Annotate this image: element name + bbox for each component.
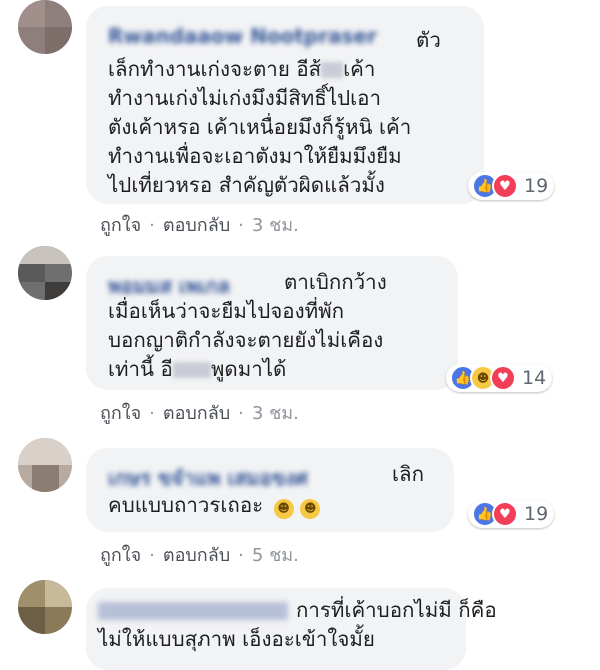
commenter-name[interactable]: Rwandaaow Nootpraser bbox=[108, 24, 377, 48]
comment-text-line: คบแบบถาวรเถอะ ☻ ☻ bbox=[108, 491, 321, 520]
reply-link[interactable]: ตอบกลับ bbox=[163, 403, 230, 424]
comment-text-line: เมื่อเห็นว่าจะยืมไปจองที่พัก bbox=[108, 299, 345, 323]
comment-text-line: เลิก bbox=[392, 462, 424, 486]
comment-text-line: ไปเที่ยวหรอ สำคัญตัวผิดแล้วมั้ง bbox=[108, 173, 385, 197]
comment-text-line: ตัว bbox=[416, 28, 441, 52]
comment-text-line: ทำงานเพื่อจะเอาตังมาให้ยืมมึงยืม bbox=[108, 144, 402, 168]
comment-bubble: เกษร ขจำแพ เสมอขงศ เลิก คบแบบถาวรเถอะ ☻ … bbox=[86, 448, 454, 532]
comment-text-line: ทำงานเก่งไม่เก่งมึงมีสิทธิ์ไปเอา bbox=[108, 86, 381, 110]
comment-actions: ถูกใจ · ตอบกลับ · 3 ชม. bbox=[100, 215, 299, 236]
heart-icon: ♥ bbox=[492, 173, 518, 199]
censored-text bbox=[321, 62, 344, 78]
comment-text-line: เท่านี้ อี พูดมาได้ bbox=[108, 357, 287, 381]
commenter-name[interactable]: เกษร ขจำแพ เสมอขงศ bbox=[108, 462, 308, 494]
heart-icon: ♥ bbox=[490, 365, 516, 391]
laughing-emoji: ☻ bbox=[273, 498, 294, 519]
like-link[interactable]: ถูกใจ bbox=[100, 403, 141, 424]
avatar[interactable] bbox=[18, 0, 72, 54]
like-link[interactable]: ถูกใจ bbox=[100, 215, 141, 236]
reactions-summary[interactable]: 👍 ☻ ♥ 14 bbox=[446, 364, 553, 392]
commenter-name[interactable] bbox=[98, 602, 288, 620]
comment-text-line: การที่เค้าบอกไม่มี ก็คือ bbox=[296, 598, 497, 622]
reactions-summary[interactable]: 👍 ♥ 19 bbox=[468, 172, 555, 200]
comment-text-line: เล็กทำงานเก่งจะตาย อีส้ เค้า bbox=[108, 57, 376, 81]
heart-icon: ♥ bbox=[492, 501, 518, 527]
like-link[interactable]: ถูกใจ bbox=[100, 545, 141, 566]
comment-bubble: Rwandaaow Nootpraser ตัว เล็กทำงานเก่งจะ… bbox=[86, 6, 484, 204]
reaction-count: 19 bbox=[524, 175, 549, 197]
censored-text bbox=[172, 362, 211, 378]
comment-bubble: พอมมส เพเกล ตาเบิกกว้าง เมื่อเห็นว่าจะยื… bbox=[86, 256, 458, 390]
comment-bubble: การที่เค้าบอกไม่มี ก็คือ ไม่ให้แบบสุภาพ … bbox=[86, 588, 497, 670]
timestamp[interactable]: 5 ชม. bbox=[252, 545, 299, 566]
avatar[interactable] bbox=[18, 246, 72, 300]
timestamp[interactable]: 3 ชม. bbox=[252, 215, 299, 236]
comment-text-line: ตังเค้าหรอ เค้าเหนื่อยมึงก็รู้หนิ เค้า bbox=[108, 115, 412, 139]
comment-text-line: ไม่ให้แบบสุภาพ เอ็งอะเข้าใจมั้ย bbox=[98, 627, 375, 651]
laughing-emoji: ☻ bbox=[300, 498, 321, 519]
avatar[interactable] bbox=[18, 580, 72, 634]
avatar[interactable] bbox=[18, 438, 72, 492]
reaction-count: 19 bbox=[524, 503, 549, 525]
comment-actions: ถูกใจ · ตอบกลับ · 3 ชม. bbox=[100, 403, 299, 424]
reply-link[interactable]: ตอบกลับ bbox=[163, 545, 230, 566]
timestamp[interactable]: 3 ชม. bbox=[252, 403, 299, 424]
comment-text-line: ตาเบิกกว้าง bbox=[284, 270, 387, 294]
reaction-count: 14 bbox=[522, 367, 547, 389]
comment-actions: ถูกใจ · ตอบกลับ · 5 ชม. bbox=[100, 545, 299, 566]
reactions-summary[interactable]: 👍 ♥ 19 bbox=[468, 500, 555, 528]
comment-text-line: บอกญาติกำลังจะตายยังไม่เคือง bbox=[108, 328, 384, 352]
reply-link[interactable]: ตอบกลับ bbox=[163, 215, 230, 236]
